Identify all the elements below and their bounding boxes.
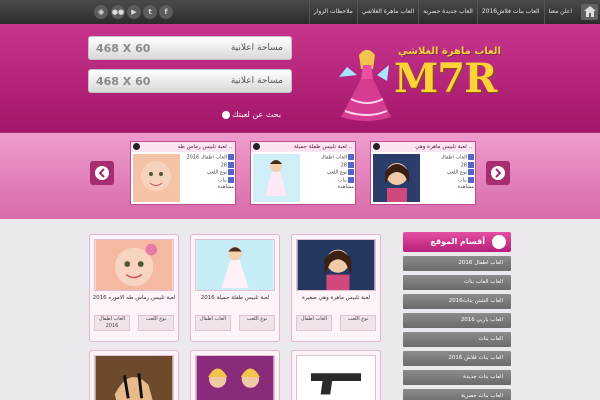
play-icon [373, 143, 380, 150]
game-card-title: لعبة تلبيس طفلة جميلة 2016 [200, 295, 270, 301]
home-icon [583, 6, 596, 17]
facebook-icon[interactable]: f [159, 5, 173, 19]
game-card[interactable] [190, 350, 280, 400]
game-card-title: لعبة تلبيس رماس طه الاموره 2016 [92, 295, 176, 301]
slider-card-info: العاب اطفال 2016 28 نوع اللعب بنات مشاهد… [182, 154, 234, 191]
home-button[interactable] [581, 4, 598, 20]
sidebar-item[interactable]: العاب بنات حصرية [403, 389, 511, 400]
info-audience: بنات [457, 177, 467, 183]
sidebar-item[interactable]: العاب باربي 2016 [403, 313, 511, 328]
slider-card-title: لعبة تلبيس طفلة جميلة .. [251, 142, 355, 152]
game-category-button[interactable]: العاب اطفال 2016 [94, 315, 130, 331]
search-link-label: بحث عن لعبتك [232, 110, 282, 119]
sidebar-item[interactable]: العاب الشتن بنات2016 [403, 294, 511, 309]
ad-size: 468 X 60 [96, 42, 151, 55]
sidebar-item[interactable]: العاب العاب بنات [403, 275, 511, 290]
game-thumbnail [195, 355, 275, 400]
menu-item-new-games[interactable]: العاب جديدة حصرية [418, 0, 477, 24]
sidebar-title: أقسام الموقع [403, 232, 511, 252]
sidebar-item[interactable]: العاب بنات فلاش 2016 [403, 351, 511, 366]
game-type-button[interactable]: نوع اللعب [138, 315, 174, 331]
site-header: 468 X 60 مساحة اعلانية 468 X 60 مساحة اع… [0, 24, 600, 132]
youtube-icon[interactable]: ▶ [127, 5, 141, 19]
arrow-right-icon [495, 168, 502, 178]
info-count: 28 [460, 162, 467, 168]
game-thumbnail [296, 355, 376, 400]
flickr-icon[interactable]: ●● [111, 5, 125, 19]
game-thumbnail [373, 154, 420, 202]
menu-item-feedback[interactable]: ملاحظات الزوار [308, 0, 357, 24]
ad-label: مساحة اعلانية [230, 43, 283, 53]
featured-slider: لعبة تلبيس رماس طه .. العاب اطفال 2016 2… [0, 132, 600, 219]
game-card[interactable] [291, 350, 381, 400]
slider-card[interactable]: لعبة تلبيس ماهرة وهي .. العاب اطفال 28 ن… [370, 141, 476, 205]
game-card[interactable]: لعبة تلبيس رماس طه الاموره 2016 نوع اللع… [89, 234, 179, 342]
rss-icon[interactable]: ◉ [94, 5, 108, 19]
game-card-title: لعبة تلبيس ماهرة وهي صغيرة [301, 295, 371, 301]
game-thumbnail [296, 239, 376, 291]
game-thumbnail [195, 239, 275, 291]
game-thumbnail [253, 154, 300, 202]
princess-logo-figure [339, 50, 391, 121]
info-type: نوع اللعب [206, 169, 227, 176]
slider-prev-button[interactable] [90, 161, 114, 185]
category-icon [492, 235, 506, 249]
game-category-button[interactable]: العاب اطفال [296, 315, 332, 331]
menu-item-mahra-games[interactable]: العاب ماهرة الغلاشي [356, 0, 418, 24]
play-icon [133, 143, 140, 150]
info-views: مشاهدة [337, 184, 354, 190]
game-category-button[interactable]: العاب اطفال [195, 315, 231, 331]
info-category: العاب اطفال [440, 154, 467, 161]
sidebar-title-label: أقسام الموقع [430, 237, 485, 246]
game-card[interactable]: لعبة تلبيس طفلة جميلة 2016 نوع اللعب الع… [190, 234, 280, 342]
info-type: نوع اللعب [446, 169, 467, 176]
game-card[interactable] [89, 350, 179, 400]
sidebar: أقسام الموقع العاب اطفال 2016 العاب العا… [403, 232, 511, 400]
menu-item-flash-games[interactable]: العاب بنات فلاش2016 [476, 0, 544, 24]
ad-size: 468 X 60 [96, 75, 151, 88]
ad-banner-top[interactable]: 468 X 60 مساحة اعلانية [88, 36, 292, 60]
ad-banner-bottom[interactable]: 468 X 60 مساحة اعلانية [88, 69, 292, 93]
twitter-icon[interactable]: t [143, 5, 157, 19]
play-icon [253, 143, 260, 150]
slider-next-button[interactable] [486, 161, 510, 185]
info-count: 28 [220, 162, 227, 168]
arrow-left-icon [98, 168, 105, 178]
info-count: 28 [340, 162, 347, 168]
sidebar-item[interactable]: العاب اطفال 2016 [403, 256, 511, 271]
sidebar-item[interactable]: العاب بنات [403, 332, 511, 347]
info-icon [222, 110, 230, 119]
info-category: العاب اطفال 2016 [186, 154, 227, 161]
game-card[interactable]: لعبة تلبيس ماهرة وهي صغيرة نوع اللعب الع… [291, 234, 381, 342]
site-logo[interactable]: العاب ماهرة الغلاشي M7R [335, 41, 515, 125]
sidebar-item[interactable]: العاب بنات جديدة [403, 370, 511, 385]
info-category: العاب اطفال [320, 154, 347, 161]
slider-card-info: العاب اطفال 28 نوع اللعب بنات مشاهدة [302, 154, 354, 191]
game-thumbnail [94, 355, 174, 400]
slider-card[interactable]: لعبة تلبيس رماس طه .. العاب اطفال 2016 2… [130, 141, 236, 205]
top-bar: ◉ ●● ▶ t f اعلن معنا العاب بنات فلاش2016… [0, 0, 600, 24]
info-views: مشاهدة [217, 184, 234, 190]
ad-label: مساحة اعلانية [230, 76, 283, 86]
logo-text: M7R [394, 55, 497, 102]
info-type: نوع اللعب [326, 169, 347, 176]
game-type-button[interactable]: نوع اللعب [340, 315, 376, 331]
search-link[interactable]: بحث عن لعبتك [222, 110, 281, 119]
info-audience: بنات [217, 177, 227, 183]
game-thumbnail [94, 239, 174, 291]
menu-item-advertise[interactable]: اعلن معنا [543, 0, 576, 24]
slider-card-title: لعبة تلبيس ماهرة وهي .. [371, 142, 475, 152]
game-thumbnail [133, 154, 180, 202]
slider-card[interactable]: لعبة تلبيس طفلة جميلة .. العاب اطفال 28 … [250, 141, 356, 205]
slider-card-title: لعبة تلبيس رماس طه .. [131, 142, 235, 152]
game-type-button[interactable]: نوع اللعب [239, 315, 275, 331]
info-views: مشاهدة [457, 184, 474, 190]
info-audience: بنات [337, 177, 347, 183]
slider-card-info: العاب اطفال 28 نوع اللعب بنات مشاهدة [422, 154, 474, 191]
top-menu: اعلن معنا العاب بنات فلاش2016 العاب جديد… [308, 0, 576, 24]
